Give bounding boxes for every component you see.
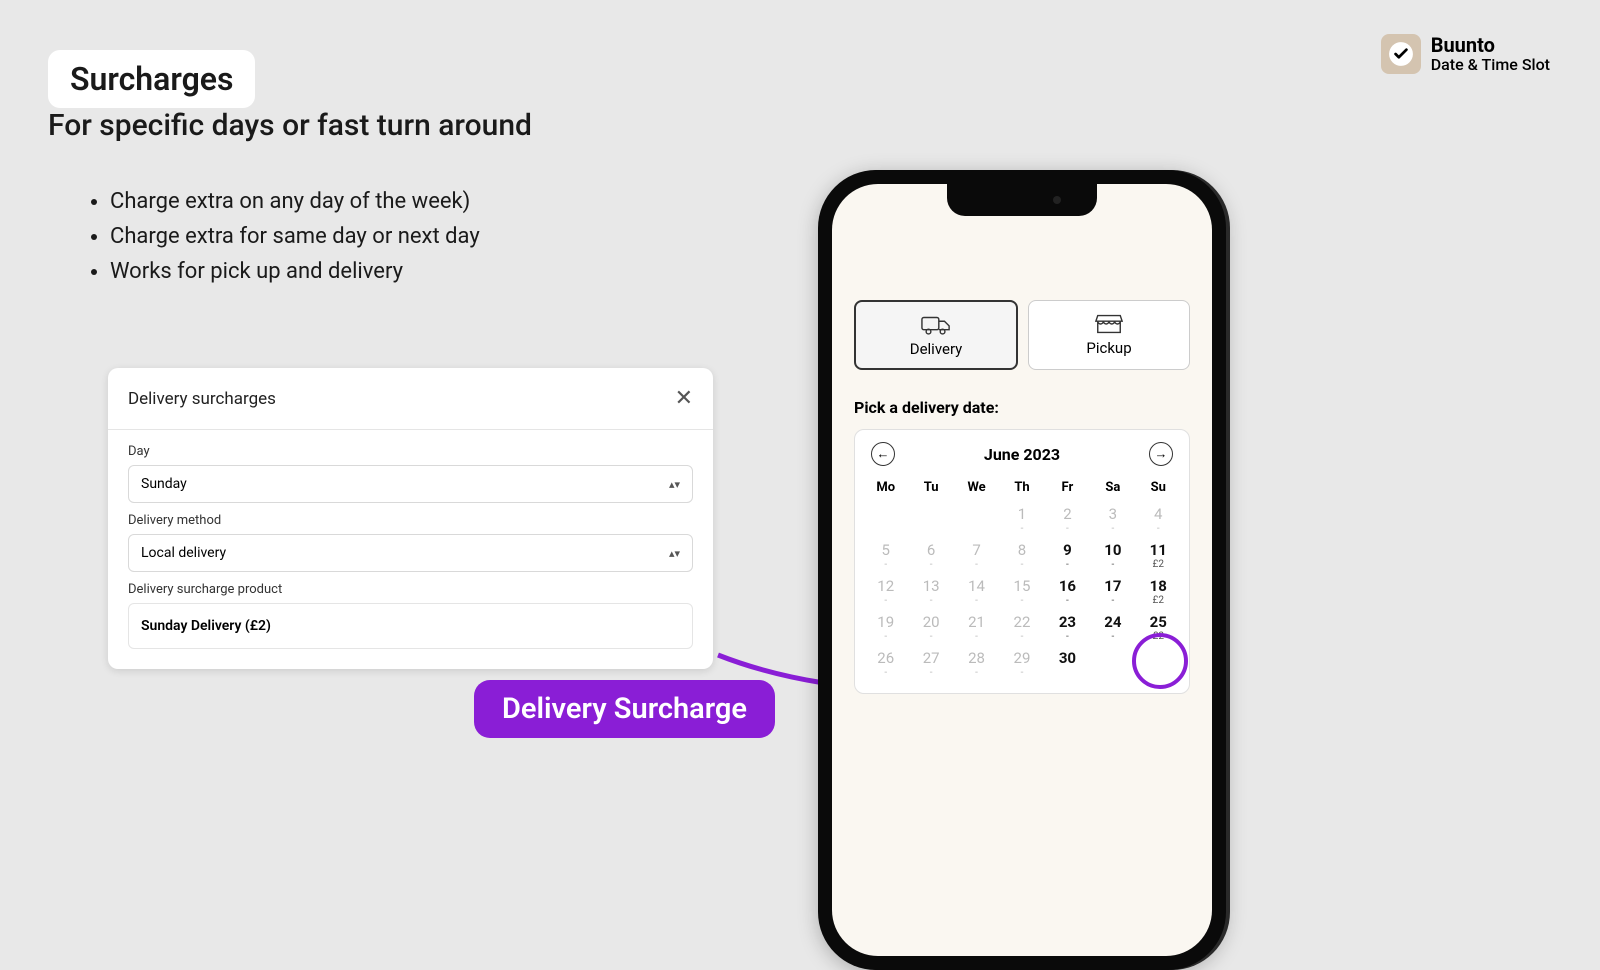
truck-icon: [921, 314, 951, 336]
close-icon[interactable]: ✕: [675, 386, 693, 411]
day-select[interactable]: Sunday ▴▾: [128, 465, 693, 503]
tab-delivery[interactable]: Delivery: [854, 300, 1018, 370]
calendar-day[interactable]: 24-: [1090, 609, 1135, 645]
calendar-day[interactable]: 9-: [1045, 537, 1090, 573]
title-badge: Surcharges: [48, 50, 255, 108]
month-label: June 2023: [984, 445, 1060, 464]
calendar-day: 7-: [954, 537, 999, 573]
phone-mockup: Delivery Pickup Pick a delivery date: ← …: [818, 170, 1226, 970]
calendar-day: 13-: [908, 573, 953, 609]
calendar-day[interactable]: 18£2: [1136, 573, 1181, 609]
calendar-day: 2-: [1045, 501, 1090, 537]
calendar-day: 12-: [863, 573, 908, 609]
dow-label: Mo: [863, 474, 908, 501]
bullet-item: Charge extra on any day of the week): [110, 185, 480, 218]
calendar-day: 21-: [954, 609, 999, 645]
calendar-day: 15-: [999, 573, 1044, 609]
calendar-day: 19-: [863, 609, 908, 645]
chevron-updown-icon: ▴▾: [669, 547, 680, 560]
calendar-day: 14-: [954, 573, 999, 609]
dow-label: Fr: [1045, 474, 1090, 501]
dow-label: Th: [999, 474, 1044, 501]
calendar-day: 8-: [999, 537, 1044, 573]
calendar: ← June 2023 → MoTuWeThFrSaSu 1-2-3-4- 5-6-…: [854, 429, 1190, 694]
brand-name: Buunto: [1431, 34, 1550, 56]
product-label: Delivery surcharge product: [128, 582, 693, 597]
calendar-day: 22-: [999, 609, 1044, 645]
calendar-day: [908, 501, 953, 537]
calendar-day[interactable]: 11£2: [1136, 537, 1181, 573]
dow-label: Tu: [908, 474, 953, 501]
calendar-day: [954, 501, 999, 537]
calendar-day: 3-: [1090, 501, 1135, 537]
chevron-updown-icon: ▴▾: [669, 478, 680, 491]
day-label: Day: [128, 444, 693, 459]
calendar-day: 26-: [863, 645, 908, 681]
calendar-day: 4-: [1136, 501, 1181, 537]
brand-sub: Date & Time Slot: [1431, 56, 1550, 74]
calendar-day[interactable]: 10-: [1090, 537, 1135, 573]
calendar-day: 29-: [999, 645, 1044, 681]
calendar-day[interactable]: 17-: [1090, 573, 1135, 609]
modal-title: Delivery surcharges: [128, 389, 276, 409]
tab-pickup-label: Pickup: [1086, 339, 1131, 357]
calendar-day[interactable]: 23-: [1045, 609, 1090, 645]
calendar-day: 6-: [908, 537, 953, 573]
method-value: Local delivery: [141, 545, 226, 561]
calendar-day[interactable]: 25£2: [1136, 609, 1181, 645]
tab-pickup[interactable]: Pickup: [1028, 300, 1190, 370]
bullet-item: Works for pick up and delivery: [110, 255, 480, 288]
prev-month-button[interactable]: ←: [871, 442, 895, 466]
calendar-day[interactable]: 16-: [1045, 573, 1090, 609]
calendar-day: [863, 501, 908, 537]
calendar-day: 20-: [908, 609, 953, 645]
pick-date-label: Pick a delivery date:: [854, 398, 1190, 417]
method-label: Delivery method: [128, 513, 693, 528]
phone-notch: [947, 184, 1097, 216]
product-value[interactable]: Sunday Delivery (£2): [128, 603, 693, 649]
calendar-day: 1-: [999, 501, 1044, 537]
next-month-button[interactable]: →: [1149, 442, 1173, 466]
subtitle: For specific days or fast turn around: [48, 108, 532, 143]
bullet-item: Charge extra for same day or next day: [110, 220, 480, 253]
dow-label: We: [954, 474, 999, 501]
day-value: Sunday: [141, 476, 187, 492]
method-select[interactable]: Local delivery ▴▾: [128, 534, 693, 572]
dow-label: Sa: [1090, 474, 1135, 501]
calendar-day: 28-: [954, 645, 999, 681]
store-icon: [1094, 313, 1124, 335]
delivery-surcharge-pill: Delivery Surcharge: [474, 680, 775, 738]
brand-logo: Buunto Date & Time Slot: [1381, 34, 1550, 74]
dow-label: Su: [1136, 474, 1181, 501]
calendar-day: 27-: [908, 645, 953, 681]
tab-delivery-label: Delivery: [910, 340, 963, 358]
calendar-day: 5-: [863, 537, 908, 573]
calendar-day: [1090, 645, 1135, 681]
checkmark-icon: [1381, 34, 1421, 74]
calendar-day: [1136, 645, 1181, 681]
calendar-day[interactable]: 30: [1045, 645, 1090, 681]
surcharge-modal: Delivery surcharges ✕ Day Sunday ▴▾ Deli…: [108, 368, 713, 669]
bullet-list: Charge extra on any day of the week) Cha…: [90, 185, 480, 290]
